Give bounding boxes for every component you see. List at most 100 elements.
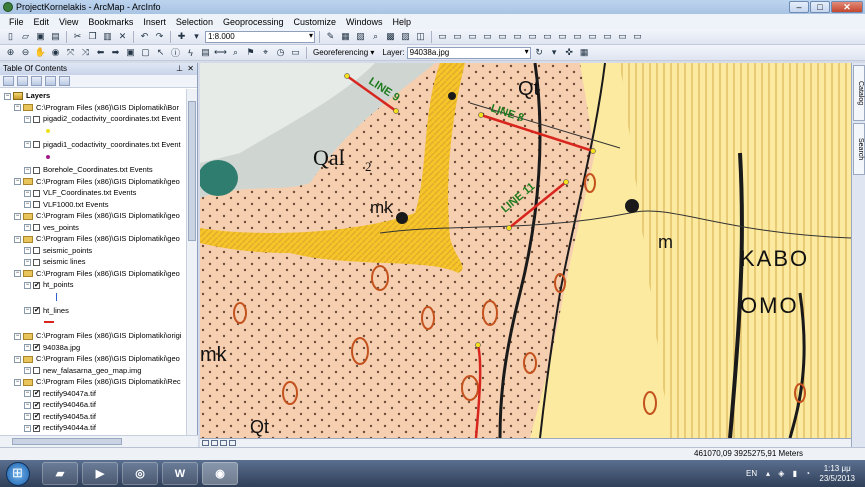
expand-collapse-icon[interactable]: −	[24, 189, 31, 197]
layer-visibility-checkbox[interactable]	[33, 247, 40, 254]
next-extent-icon[interactable]: ➡	[109, 47, 122, 59]
line-vertex[interactable]	[563, 179, 569, 185]
expand-collapse-icon[interactable]: −	[24, 224, 31, 231]
layer-visibility-checkbox[interactable]: ✔	[33, 281, 40, 289]
rotate-icon[interactable]: ↻	[533, 47, 546, 59]
menu-file[interactable]: File	[4, 17, 29, 27]
fixed-zoom-out-icon[interactable]: ⤨	[79, 47, 92, 59]
list-by-drawing-order-icon[interactable]	[3, 76, 14, 86]
expand-collapse-icon[interactable]: −	[24, 281, 31, 289]
layout-icon-3[interactable]: ▭	[466, 31, 479, 43]
layout-icon-13[interactable]: ▭	[616, 31, 629, 43]
scroll-thumb[interactable]	[188, 101, 196, 241]
start-button[interactable]	[6, 462, 30, 486]
cut-icon[interactable]: ✂	[71, 31, 84, 43]
toc-folder-row[interactable]: − C:\Program Files (x86)\GIS Diplomatiki\…	[14, 354, 180, 364]
toc-layer-row[interactable]: − ves_points	[24, 223, 79, 233]
modelbuilder-icon[interactable]: ◫	[414, 31, 427, 43]
layer-visibility-checkbox[interactable]: ✔	[33, 401, 40, 409]
new-document-icon[interactable]: ▯	[4, 31, 17, 43]
toc-layers-root[interactable]: − Layers	[4, 91, 50, 101]
expand-collapse-icon[interactable]: −	[24, 413, 31, 420]
time-slider-icon[interactable]: ◷	[274, 47, 287, 59]
media-player-taskbar-icon[interactable]: ▶	[82, 462, 118, 485]
layer-visibility-checkbox[interactable]	[33, 166, 40, 174]
layer-visibility-checkbox[interactable]: ✔	[33, 413, 40, 420]
layout-icon-14[interactable]: ▭	[631, 31, 644, 43]
toc-layer-row[interactable]: − pigadi1_codactivity_coordinates.txt Eve…	[24, 140, 181, 150]
python-window-icon[interactable]: ▨	[399, 31, 412, 43]
menu-selection[interactable]: Selection	[171, 17, 218, 27]
layer-visibility-checkbox[interactable]: ✔	[33, 424, 40, 432]
toc-layer-row[interactable]: − new_falasarna_geo_map.img	[24, 366, 141, 376]
layer-visibility-checkbox[interactable]	[33, 141, 40, 148]
editor-toolbar-icon[interactable]: ✎	[324, 31, 337, 43]
toc-folder-row[interactable]: − C:\Program Files (x86)\GIS Diplomatiki\…	[14, 211, 180, 221]
map-scale-combo[interactable]: 1:8.000	[205, 30, 315, 43]
expand-collapse-icon[interactable]: −	[14, 355, 21, 363]
toc-layer-row[interactable]: − pigadi2_codactivity_coordinates.txt Eve…	[24, 114, 181, 124]
pan-icon[interactable]: ✋	[34, 47, 47, 59]
menu-customize[interactable]: Customize	[289, 17, 342, 27]
expand-collapse-icon[interactable]: −	[24, 247, 31, 254]
word-taskbar-icon[interactable]: W	[162, 462, 198, 485]
toc-vertical-scrollbar[interactable]	[186, 89, 197, 435]
clear-selection-icon[interactable]: ▢	[139, 47, 152, 59]
toc-folder-row[interactable]: − C:\Program Files (x86)\GIS Diplomatiki\…	[14, 103, 179, 113]
toc-layer-row[interactable]: − ✔ rectify94047a.tif	[24, 389, 96, 399]
identify-icon[interactable]: ⓘ	[169, 47, 182, 59]
save-icon[interactable]: ▣	[34, 31, 47, 43]
toc-folder-row[interactable]: − C:\Program Files (x86)\GIS Diplomatiki\…	[14, 234, 180, 244]
add-control-points-icon[interactable]: ✜	[563, 47, 576, 59]
toc-layer-row[interactable]: − VLF_Coordinates.txt Events	[24, 188, 136, 198]
menu-geoprocessing[interactable]: Geoprocessing	[218, 17, 289, 27]
expand-collapse-icon[interactable]: −	[24, 307, 31, 314]
layer-visibility-checkbox[interactable]: ✔	[33, 390, 40, 397]
toc-layer-row[interactable]: − ✔ ht_lines	[24, 306, 69, 316]
expand-collapse-icon[interactable]: −	[24, 424, 31, 432]
copy-icon[interactable]: ❐	[86, 31, 99, 43]
toc-layer-row[interactable]: − ✔ 94038a.jpg	[24, 343, 80, 353]
catalog-tab[interactable]: Catalog	[853, 65, 865, 121]
toc-horizontal-scrollbar[interactable]	[0, 435, 198, 447]
layer-visibility-checkbox[interactable]	[33, 224, 40, 231]
menu-view[interactable]: View	[54, 17, 83, 27]
paste-icon[interactable]: ▥	[101, 31, 114, 43]
menu-bookmarks[interactable]: Bookmarks	[83, 17, 138, 27]
link-table-icon[interactable]: ▦	[578, 47, 591, 59]
line-vertex[interactable]	[478, 112, 484, 118]
layer-visibility-checkbox[interactable]: ✔	[33, 307, 40, 314]
catalog-window-icon[interactable]: ▧	[354, 31, 367, 43]
refresh-icon[interactable]	[220, 440, 227, 446]
layout-icon-10[interactable]: ▭	[571, 31, 584, 43]
expand-collapse-icon[interactable]: −	[14, 212, 21, 220]
print-icon[interactable]: ▤	[49, 31, 62, 43]
html-popup-icon[interactable]: ▤	[199, 47, 212, 59]
search-tab[interactable]: Search	[853, 123, 865, 175]
line-vertex[interactable]	[506, 225, 512, 231]
full-extent-icon[interactable]: ◉	[49, 47, 62, 59]
toc-layer-row[interactable]: − ✔ rectify94044a.tif	[24, 423, 96, 433]
find-icon[interactable]: ⌕	[229, 47, 242, 59]
toc-folder-row[interactable]: − C:\Program Files (x86)\GIS Diplomatiki\…	[14, 377, 181, 387]
layout-icon-12[interactable]: ▭	[601, 31, 614, 43]
system-tray-icons[interactable]: ▴ ◈ ▮ ◔	[766, 469, 813, 478]
viewer-window-icon[interactable]: ▭	[289, 47, 302, 59]
layer-visibility-checkbox[interactable]	[33, 189, 40, 197]
hyperlink-icon[interactable]: ϟ	[184, 47, 197, 59]
close-button[interactable]: ✕	[831, 1, 863, 13]
menu-insert[interactable]: Insert	[138, 17, 171, 27]
layout-icon-4[interactable]: ▭	[481, 31, 494, 43]
layer-visibility-checkbox[interactable]	[33, 258, 40, 266]
toc-window-icon[interactable]: ▦	[339, 31, 352, 43]
expand-collapse-icon[interactable]: −	[24, 166, 31, 174]
minimize-button[interactable]: –	[789, 1, 809, 13]
arctoolbox-icon[interactable]: ▩	[384, 31, 397, 43]
expand-collapse-icon[interactable]: −	[24, 390, 31, 397]
data-view-icon[interactable]	[202, 440, 209, 446]
zoom-in-icon[interactable]: ⊕	[4, 47, 17, 59]
select-features-icon[interactable]: ▣	[124, 47, 137, 59]
expand-collapse-icon[interactable]: −	[14, 378, 21, 386]
list-by-visibility-icon[interactable]	[31, 76, 42, 86]
toc-folder-row[interactable]: − C:\Program Files (x86)\GIS Diplomatiki\…	[14, 177, 180, 187]
